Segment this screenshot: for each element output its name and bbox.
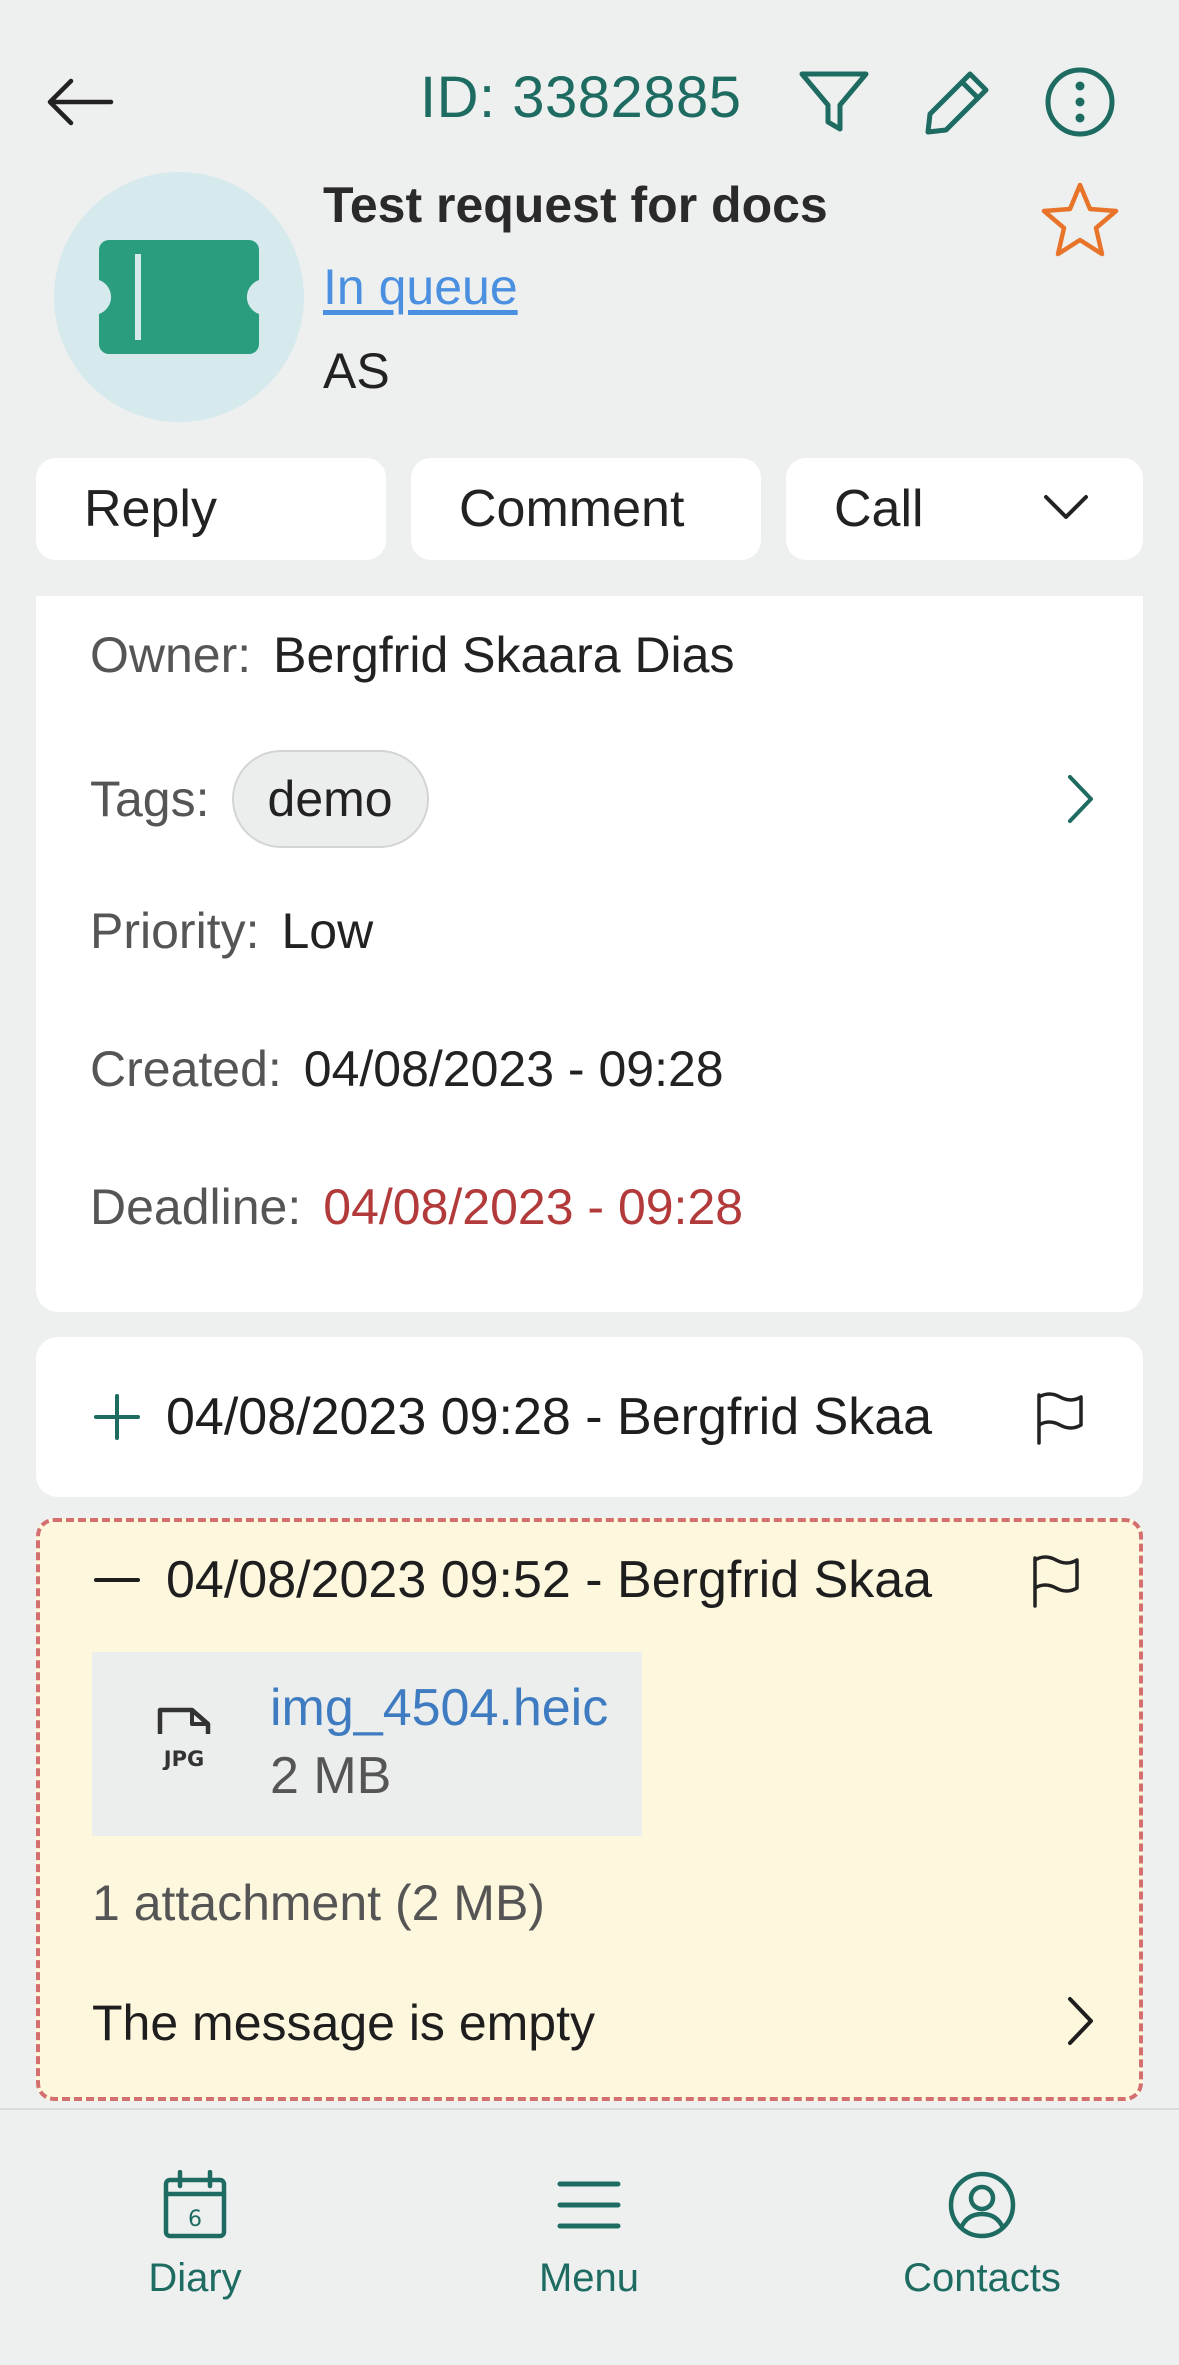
tag-chip[interactable]: demo xyxy=(231,750,429,848)
flag-icon xyxy=(1037,1392,1083,1445)
tags-row[interactable]: Tags: demo xyxy=(90,750,429,848)
chevron-right-icon[interactable] xyxy=(1065,774,1095,824)
top-bar: ID: 3382885 xyxy=(0,0,1179,170)
attachment-summary: 1 attachment (2 MB) xyxy=(92,1875,545,1931)
event-summary: 04/08/2023 09:28 - Bergfrid Skaa xyxy=(166,1388,933,1446)
more-button[interactable] xyxy=(1040,62,1120,142)
deadline-label: Deadline: xyxy=(90,1179,302,1235)
event-summary: 04/08/2023 09:52 - Bergfrid Skaa xyxy=(166,1551,933,1609)
chevron-down-icon xyxy=(1044,495,1088,519)
ticket-details: Owner: Bergfrid Skaara Dias Tags: demo P… xyxy=(36,596,1143,1312)
edit-button[interactable] xyxy=(918,62,998,142)
nav-diary-label: Diary xyxy=(148,2256,242,2300)
attachment-name[interactable]: img_4504.heic xyxy=(270,1678,608,1738)
reply-label: Reply xyxy=(84,480,217,538)
bottom-navigation: 6 Diary Menu Contacts xyxy=(0,2108,1179,2365)
created-value: 04/08/2023 - 09:28 xyxy=(303,1041,724,1097)
priority-row: Priority: Low xyxy=(90,902,373,960)
event-item-expanded: 04/08/2023 09:52 - Bergfrid Skaa JPG img… xyxy=(36,1518,1143,2101)
event-header[interactable]: 04/08/2023 09:52 - Bergfrid Skaa xyxy=(92,1550,932,1610)
favorite-button[interactable] xyxy=(1035,175,1125,265)
owner-row: Owner: Bergfrid Skaara Dias xyxy=(90,626,734,684)
nav-contacts-label: Contacts xyxy=(903,2256,1061,2300)
nav-menu-label: Menu xyxy=(538,2256,640,2300)
calendar-day: 6 xyxy=(188,2207,202,2232)
svg-text:JPG: JPG xyxy=(162,1747,204,1770)
created-row: Created: 04/08/2023 - 09:28 xyxy=(90,1040,724,1098)
reply-button[interactable]: Reply xyxy=(36,458,386,560)
ticket-title: Test request for docs xyxy=(323,177,828,233)
call-button[interactable]: Call xyxy=(786,458,1143,560)
deadline-row: Deadline: 04/08/2023 - 09:28 xyxy=(90,1178,743,1236)
jpg-file-icon: JPG xyxy=(157,1707,211,1770)
chevron-right-icon[interactable] xyxy=(1065,1996,1095,2046)
expand-icon xyxy=(92,1392,152,1442)
call-label: Call xyxy=(834,480,924,538)
priority-label: Priority: xyxy=(90,903,260,959)
nav-diary[interactable]: 6 Diary xyxy=(75,2170,315,2301)
comment-button[interactable]: Comment xyxy=(411,458,761,560)
filter-icon xyxy=(799,71,869,132)
attachment-size: 2 MB xyxy=(270,1747,392,1805)
pencil-icon xyxy=(925,71,989,135)
status-link[interactable]: In queue xyxy=(323,258,518,316)
tags-label: Tags: xyxy=(90,771,210,827)
comment-label: Comment xyxy=(459,480,685,538)
event-header[interactable]: 04/08/2023 09:28 - Bergfrid Skaa xyxy=(92,1387,932,1447)
menu-icon xyxy=(557,2181,621,2229)
created-label: Created: xyxy=(90,1041,282,1097)
contacts-icon xyxy=(948,2171,1016,2239)
star-outline-icon xyxy=(1041,182,1119,257)
owner-value: Bergfrid Skaara Dias xyxy=(273,627,735,683)
filter-button[interactable] xyxy=(794,62,874,142)
owner-label: Owner: xyxy=(90,627,252,683)
nav-menu[interactable]: Menu xyxy=(469,2170,709,2301)
ticket-id: ID: 3382885 xyxy=(420,65,742,130)
flag-button[interactable] xyxy=(1021,1546,1091,1616)
arrow-left-icon xyxy=(47,78,114,126)
calendar-icon: 6 xyxy=(163,2170,227,2239)
priority-value: Low xyxy=(281,903,374,959)
more-vertical-icon xyxy=(1045,67,1115,137)
nav-contacts[interactable]: Contacts xyxy=(862,2170,1102,2301)
attachment-item[interactable]: JPG img_4504.heic 2 MB xyxy=(92,1652,642,1836)
flag-icon xyxy=(1033,1555,1079,1608)
deadline-value: 04/08/2023 - 09:28 xyxy=(323,1179,744,1235)
back-button[interactable] xyxy=(40,62,120,142)
event-item-collapsed[interactable]: 04/08/2023 09:28 - Bergfrid Skaa xyxy=(36,1337,1143,1497)
ticket-icon xyxy=(99,240,259,354)
collapse-icon xyxy=(92,1555,152,1605)
message-body: The message is empty xyxy=(92,1995,595,2051)
customer-initials: AS xyxy=(323,343,390,399)
flag-button[interactable] xyxy=(1025,1383,1095,1453)
ticket-avatar xyxy=(54,172,304,422)
